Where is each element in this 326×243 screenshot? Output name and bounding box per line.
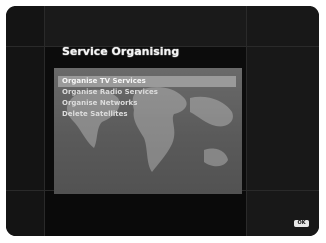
tv-osd-screen: Service Organising Organise TV Services … — [6, 6, 319, 236]
menu-item-organise-networks[interactable]: Organise Networks — [54, 98, 242, 109]
grid-line — [246, 6, 247, 236]
page-title: Service Organising — [62, 45, 180, 58]
menu-item-organise-tv-services[interactable]: Organise TV Services — [58, 76, 236, 87]
menu-item-label: Organise Radio Services — [62, 88, 158, 96]
ok-key-icon: OK — [294, 220, 309, 227]
service-menu: Organise TV Services Organise Radio Serv… — [54, 76, 242, 120]
right-column — [247, 6, 319, 236]
grid-line — [44, 6, 45, 236]
menu-item-label: Delete Satellites — [62, 110, 128, 118]
menu-item-organise-radio-services[interactable]: Organise Radio Services — [54, 87, 242, 98]
menu-panel: Organise TV Services Organise Radio Serv… — [54, 68, 242, 194]
menu-item-label: Organise Networks — [62, 99, 138, 107]
menu-item-label: Organise TV Services — [62, 77, 146, 85]
left-column — [6, 6, 44, 236]
menu-item-delete-satellites[interactable]: Delete Satellites — [54, 109, 242, 120]
